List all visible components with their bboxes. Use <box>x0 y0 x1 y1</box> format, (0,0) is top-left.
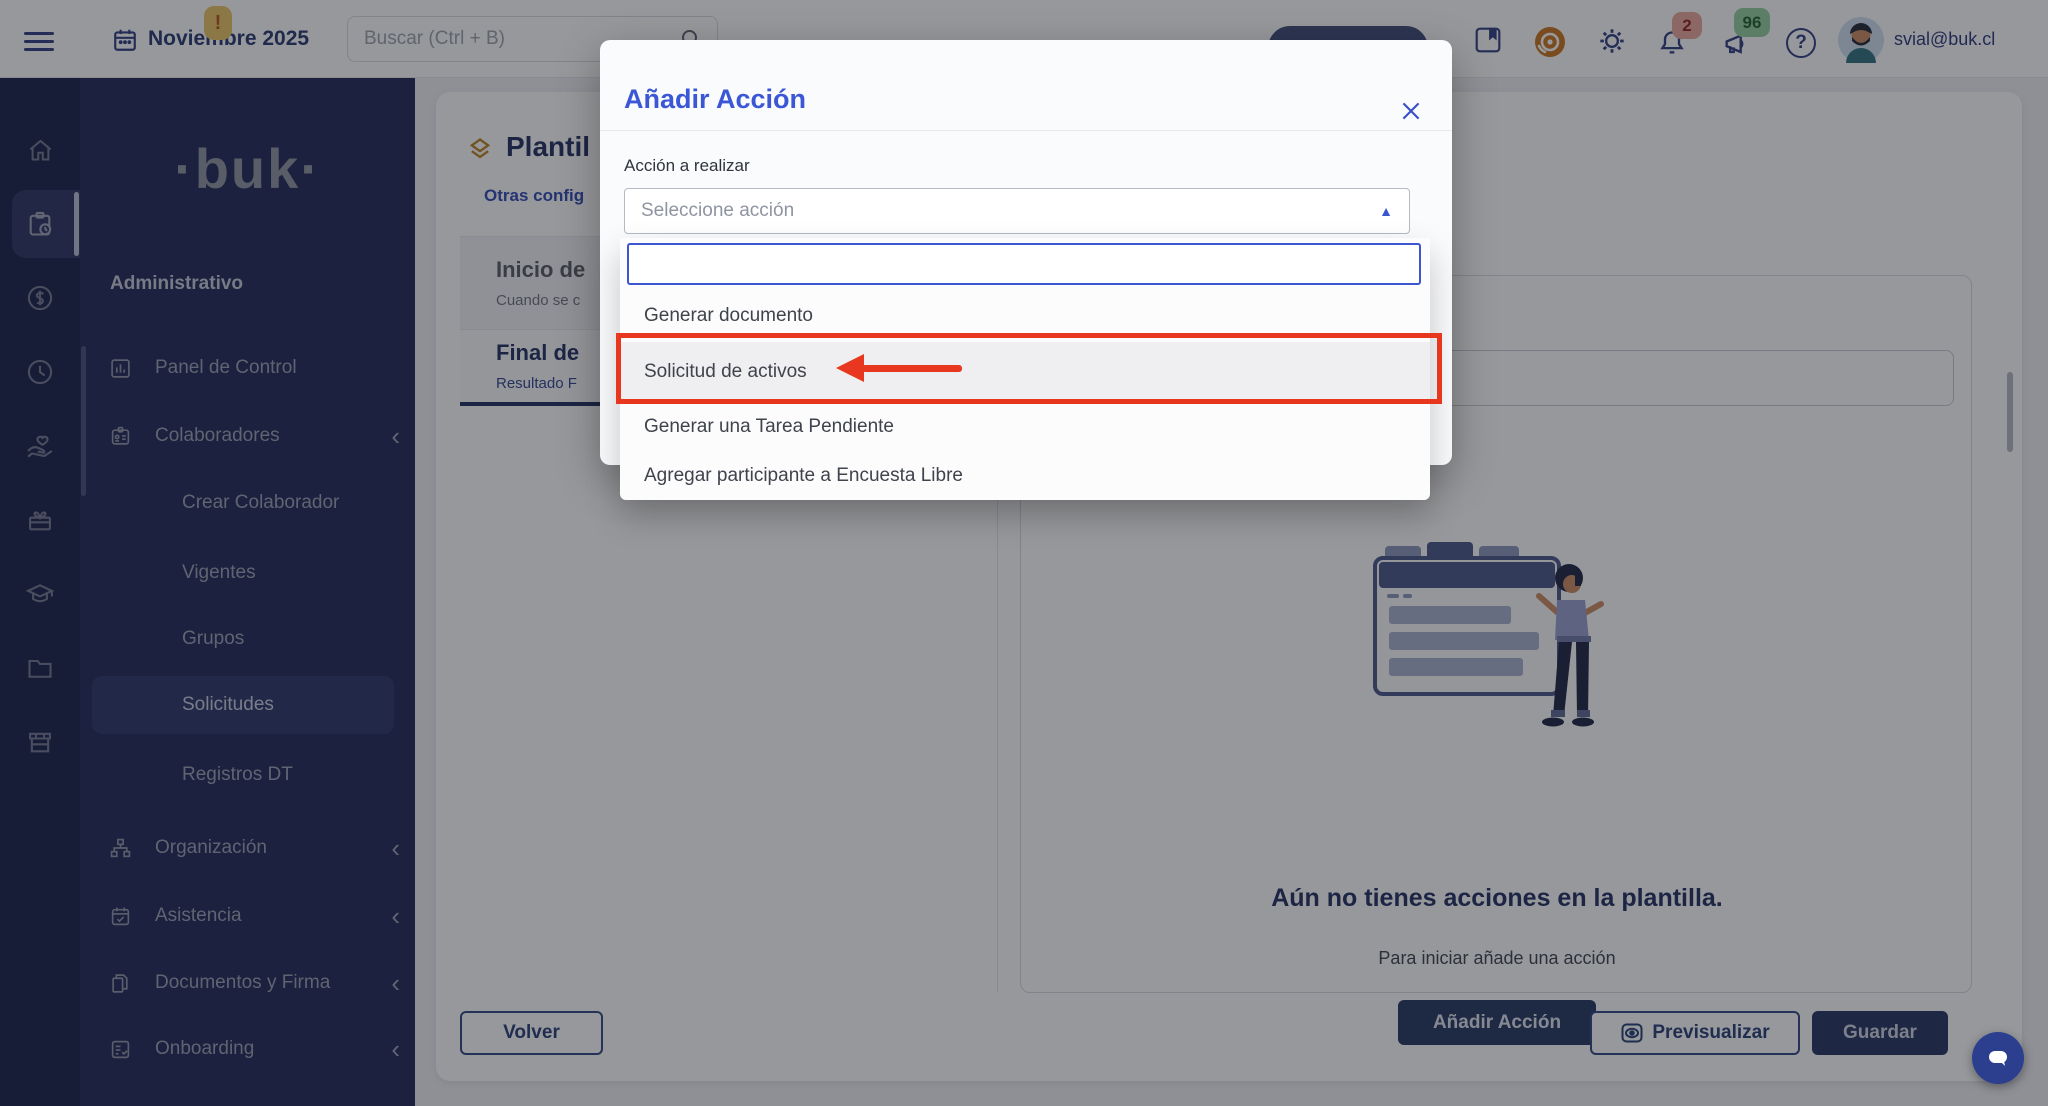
chat-launcher-button[interactable] <box>1972 1032 2024 1084</box>
close-icon[interactable] <box>1398 98 1424 124</box>
action-search-input[interactable] <box>627 243 1421 285</box>
app-screen: Noviembre 2025 ! <box>0 0 2048 1106</box>
option-generar-tarea-pendiente[interactable]: Generar una Tarea Pendiente <box>620 402 1430 452</box>
option-agregar-participante-encuesta[interactable]: Agregar participante a Encuesta Libre <box>620 452 1430 500</box>
annotation-arrow-head <box>836 354 864 382</box>
select-placeholder: Seleccione acción <box>641 200 794 222</box>
modal-header-divider <box>600 130 1452 131</box>
action-select[interactable]: Seleccione acción ▲ <box>624 188 1410 234</box>
annotation-arrow <box>862 365 962 372</box>
action-field-label: Acción a realizar <box>624 156 750 176</box>
modal-title: Añadir Acción <box>624 84 806 115</box>
caret-up-icon: ▲ <box>1379 203 1393 219</box>
chat-bubble-icon <box>1986 1046 2010 1070</box>
annotation-highlight-box <box>616 333 1442 404</box>
